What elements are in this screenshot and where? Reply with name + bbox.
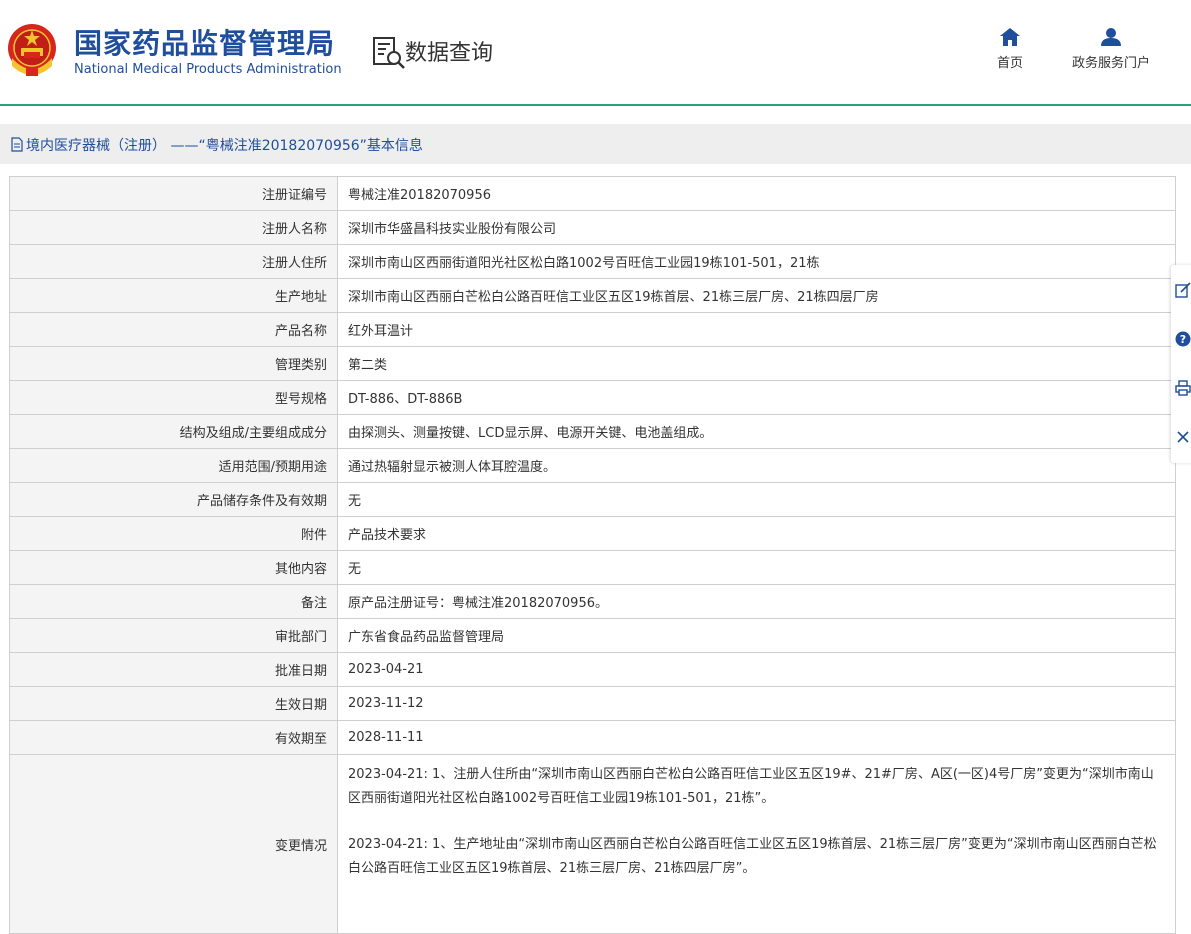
help-icon[interactable]: ? [1175,331,1191,347]
row-value: 深圳市南山区西丽街道阳光社区松白路1002号百旺信工业园19栋101-501，2… [337,244,1176,279]
row-label: 注册证编号 [9,176,338,211]
national-emblem-icon [8,24,56,76]
table-row: 注册人住所 深圳市南山区西丽街道阳光社区松白路1002号百旺信工业园19栋101-… [9,244,1176,279]
row-value: 产品技术要求 [337,516,1176,551]
row-label: 附件 [9,516,338,551]
change-history: 2023-04-21: 1、注册人住所由“深圳市南山区西丽白芒松白公路百旺信工业… [337,754,1176,934]
row-label: 批准日期 [9,652,338,687]
edit-icon[interactable] [1175,282,1191,298]
row-value: DT-886、DT-886B [337,380,1176,415]
header-divider [0,104,1191,106]
table-row: 备注 原产品注册证号：粤械注准20182070956。 [9,584,1176,619]
row-value: 深圳市南山区西丽白芒松白公路百旺信工业区五区19栋首层、21栋三层厂房、21栋四… [337,278,1176,313]
table-row: 结构及组成/主要组成成分 由探测头、测量按键、LCD显示屏、电源开关键、电池盖组成… [9,414,1176,449]
row-value: 2023-04-21 [337,652,1176,687]
table-row: 有效期至 2028-11-11 [9,720,1176,755]
floating-toolbar: ? [1171,265,1191,463]
nav-home-label: 首页 [996,56,1023,71]
row-label: 注册人名称 [9,210,338,245]
change-history-label: 变更情况 [9,754,338,934]
site-title: 国家药品监督管理局 [74,27,336,60]
nav-home[interactable]: 首页 [990,28,1030,71]
row-label: 型号规格 [9,380,338,415]
table-row: 适用范围/预期用途 通过热辐射显示被测人体耳腔温度。 [9,448,1176,483]
section-title: 数据查询 [405,41,494,66]
row-label: 产品名称 [9,312,338,347]
table-row: 注册证编号 粤械注准20182070956 [9,176,1176,211]
row-label: 审批部门 [9,618,338,653]
record-title-bar: 境内医疗器械（注册） ——“粤械注准20182070956”基本信息 [0,124,1191,164]
row-label: 生产地址 [9,278,338,313]
change-entry: 2023-04-21: 1、生产地址由“深圳市南山区西丽白芒松白公路百旺信工业区… [348,837,1157,876]
row-label: 注册人住所 [9,244,338,279]
table-row: 生效日期 2023-11-12 [9,686,1176,721]
row-label: 结构及组成/主要组成成分 [9,414,338,449]
table-row: 变更情况 2023-04-21: 1、注册人住所由“深圳市南山区西丽白芒松白公路… [9,754,1176,934]
row-label: 有效期至 [9,720,338,755]
home-icon [1000,28,1020,46]
table-row: 产品名称 红外耳温计 [9,312,1176,347]
row-value: 由探测头、测量按键、LCD显示屏、电源开关键、电池盖组成。 [337,414,1176,449]
site-title-english: National Medical Products Administration [74,62,342,77]
close-icon[interactable] [1175,429,1191,445]
row-value: 广东省食品药品监督管理局 [337,618,1176,653]
user-icon [1101,28,1121,46]
row-value: 2023-11-12 [337,686,1176,721]
table-row: 型号规格 DT-886、DT-886B [9,380,1176,415]
row-label: 生效日期 [9,686,338,721]
table-row: 批准日期 2023-04-21 [9,652,1176,687]
document-icon [11,137,23,152]
info-table: 注册证编号 粤械注准20182070956 注册人名称 深圳市华盛昌科技实业股份有限… [9,176,1176,934]
table-row: 管理类别 第二类 [9,346,1176,381]
nav-service-portal[interactable]: 政务服务门户 [1064,28,1158,71]
row-label: 适用范围/预期用途 [9,448,338,483]
table-row: 产品储存条件及有效期无 [9,482,1176,517]
row-value: 2028-11-11 [337,720,1176,755]
row-value: 无 [337,482,1176,517]
table-row: 生产地址 深圳市南山区西丽白芒松白公路百旺信工业区五区19栋首层、21栋三层厂房、… [9,278,1176,313]
record-title: 境内医疗器械（注册） ——“粤械注准20182070956”基本信息 [26,138,423,154]
row-value: 第二类 [337,346,1176,381]
table-row: 附件 产品技术要求 [9,516,1176,551]
row-value: 粤械注准20182070956 [337,176,1176,211]
row-label: 管理类别 [9,346,338,381]
row-label: 备注 [9,584,338,619]
row-value: 无 [337,550,1176,585]
change-entry: 2023-04-21: 1、注册人住所由“深圳市南山区西丽白芒松白公路百旺信工业… [348,767,1154,806]
row-value: 通过热辐射显示被测人体耳腔温度。 [337,448,1176,483]
row-value: 原产品注册证号：粤械注准20182070956。 [337,584,1176,619]
data-query-icon [373,37,405,69]
row-value: 深圳市华盛昌科技实业股份有限公司 [337,210,1176,245]
row-value: 红外耳温计 [337,312,1176,347]
nav-service-portal-label: 政务服务门户 [1071,56,1150,71]
row-label: 产品储存条件及有效期 [9,482,338,517]
site-header: 国家药品监督管理局 National Medical Products Admi… [0,0,1191,106]
row-label: 其他内容 [9,550,338,585]
table-row: 审批部门 广东省食品药品监督管理局 [9,618,1176,653]
svg-text:?: ? [1180,333,1186,346]
print-icon[interactable] [1175,380,1191,396]
table-row: 注册人名称 深圳市华盛昌科技实业股份有限公司 [9,210,1176,245]
table-row: 其他内容无 [9,550,1176,585]
